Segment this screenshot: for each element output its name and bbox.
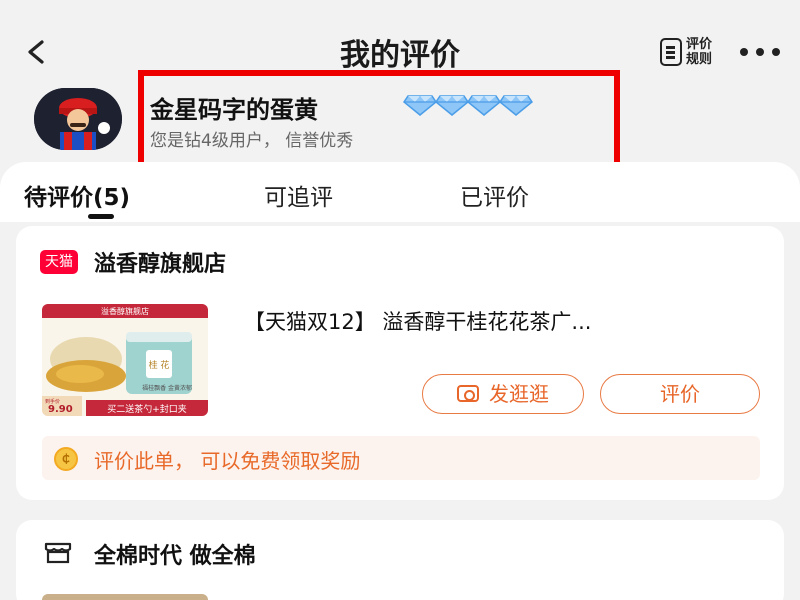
active-tab-indicator <box>88 214 114 219</box>
product-photo: 溢香醇旗舰店 桂 花 福桂飘香 金黄浓郁 到手价 9.90 买二送茶勺+封口夹 <box>42 304 208 416</box>
tin-side-text: 福桂飘香 金黄浓郁 <box>142 384 192 392</box>
product-image[interactable]: 溢香醇旗舰店 桂 花 福桂飘香 金黄浓郁 到手价 9.90 买二送茶勺+封口夹 <box>42 304 208 416</box>
header: 我的评价 评价 规则 金星码字的蛋黄 您是钻4级用户， 信誉优秀 <box>0 0 800 172</box>
tab-pending-review[interactable]: 待评价(5) <box>24 178 130 212</box>
more-dots-icon[interactable] <box>738 44 782 60</box>
diamond-icon <box>499 95 533 116</box>
avatar-image <box>34 88 122 150</box>
diamond-icon <box>435 95 469 116</box>
shop-name[interactable]: 全棉时代 做全棉 <box>94 538 256 570</box>
share-button[interactable]: 发逛逛 <box>422 374 584 414</box>
diamond-level <box>403 94 533 116</box>
tin-label-text: 桂 花 <box>149 359 170 371</box>
avatar[interactable] <box>34 88 122 150</box>
product-image[interactable] <box>42 594 208 600</box>
review-button[interactable]: 评价 <box>600 374 760 414</box>
reward-banner[interactable]: ￠ 评价此单， 可以免费领取奖励 <box>42 436 760 480</box>
promo-text: 买二送茶勺+封口夹 <box>107 403 187 415</box>
user-name: 金星码字的蛋黄 <box>150 96 318 124</box>
camera-icon <box>457 385 479 402</box>
order-card: 天猫 溢香醇旗舰店 溢香醇旗舰店 桂 花 福桂飘香 金黄浓郁 到手价 9.90 … <box>16 226 784 500</box>
rules-icon <box>660 38 682 66</box>
diamond-icon <box>467 95 501 116</box>
product-title[interactable]: 【天猫双12】 溢香醇干桂花花茶广... <box>244 306 591 336</box>
tab-follow-up-review[interactable]: 可追评 <box>264 178 333 212</box>
price-text: 9.90 <box>48 404 73 415</box>
coin-icon: ￠ <box>54 447 78 471</box>
image-banner-text: 溢香醇旗舰店 <box>101 306 149 316</box>
review-rules-button[interactable]: 评价 规则 <box>660 36 718 70</box>
shop-name[interactable]: 溢香醇旗舰店 <box>94 246 226 278</box>
review-tabs: 待评价(5) 可追评 已评价 <box>0 162 800 222</box>
order-card: 全棉时代 做全棉 <box>16 520 784 600</box>
user-level-text: 您是钻4级用户， 信誉优秀 <box>150 131 354 151</box>
share-button-label: 发逛逛 <box>489 382 549 406</box>
reward-text: 评价此单， 可以免费领取奖励 <box>94 449 361 473</box>
tab-reviewed[interactable]: 已评价 <box>460 178 529 212</box>
rules-label: 评价 规则 <box>685 37 712 67</box>
store-icon <box>44 540 72 564</box>
tmall-logo: 天猫 <box>40 250 78 274</box>
diamond-icon <box>403 95 437 116</box>
